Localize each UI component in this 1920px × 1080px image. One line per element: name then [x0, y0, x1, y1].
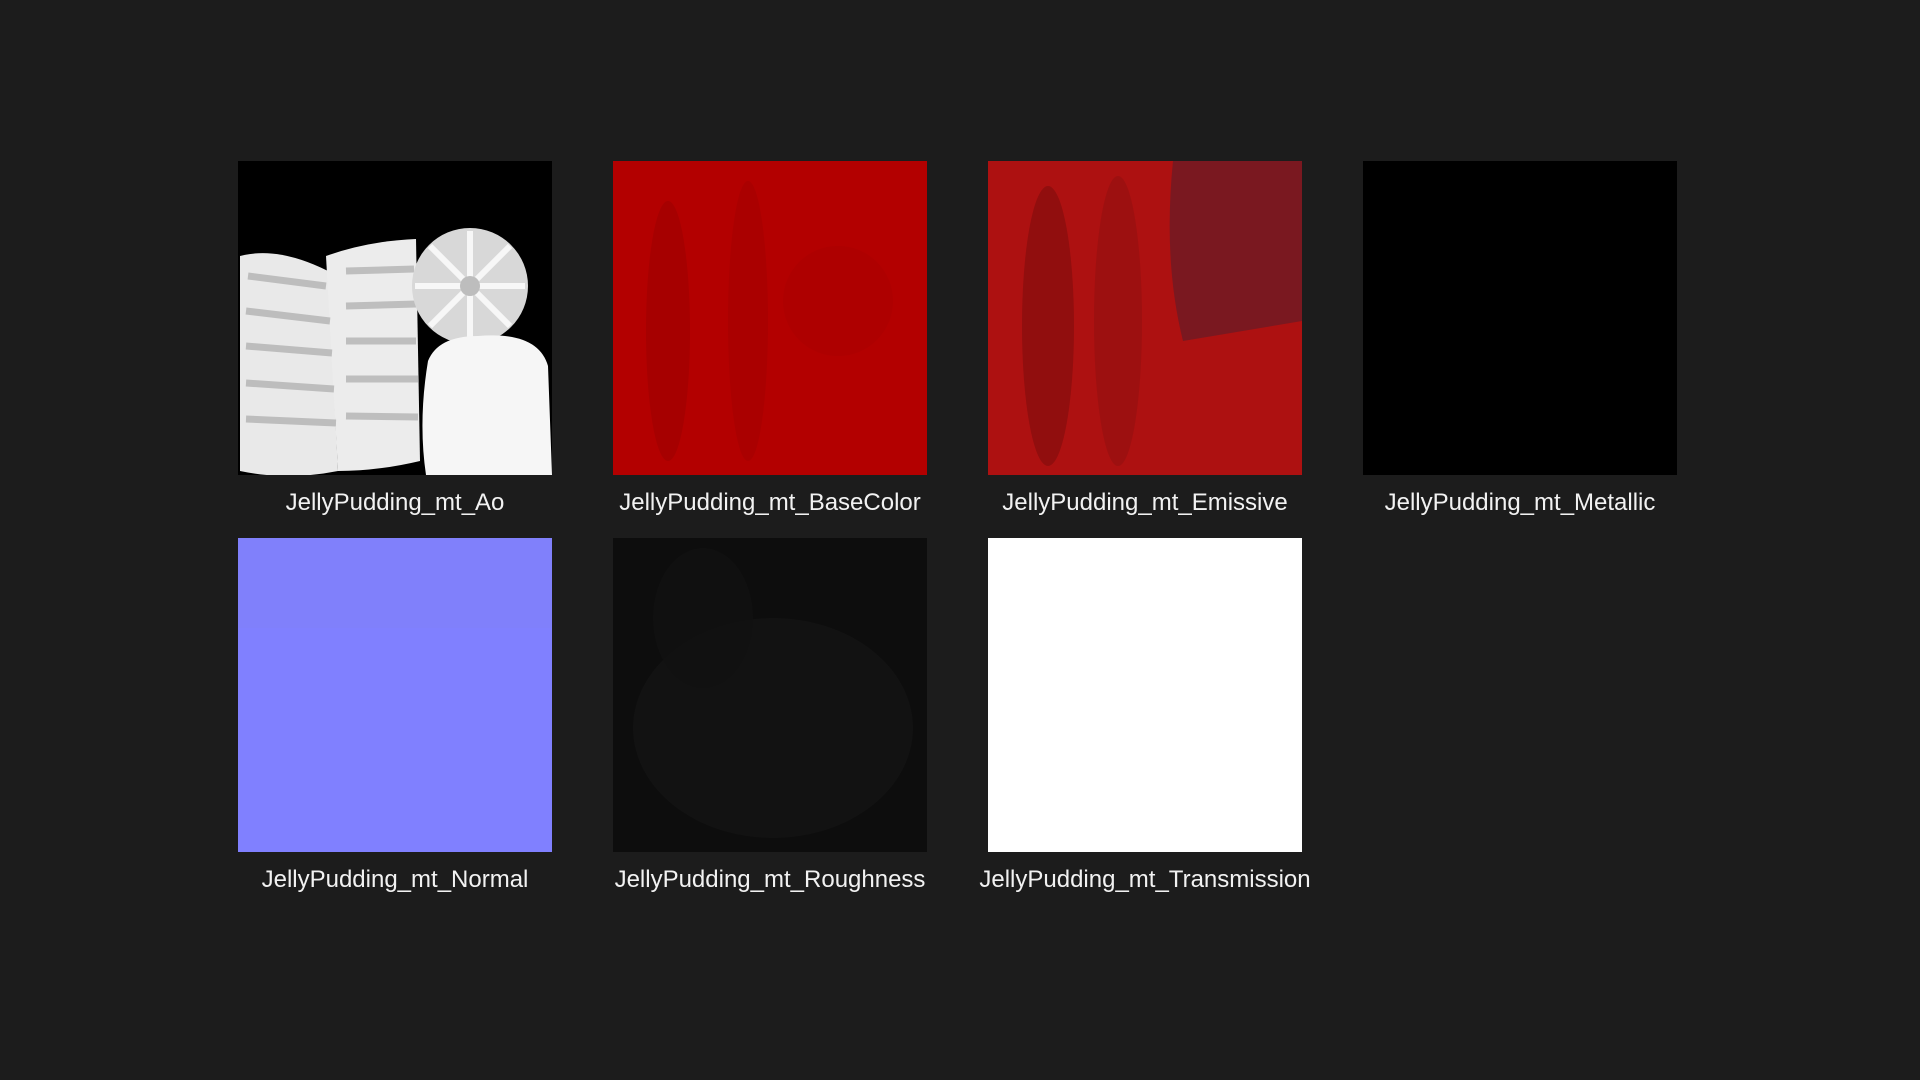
- metallic-texture-thumbnail-icon: [1363, 161, 1677, 475]
- file-item-transmission[interactable]: JellyPudding_mt_Transmission: [970, 532, 1311, 902]
- file-item-normal[interactable]: JellyPudding_mt_Normal: [220, 532, 552, 902]
- file-item-ao[interactable]: JellyPudding_mt_Ao: [220, 155, 552, 525]
- file-item-basecolor[interactable]: JellyPudding_mt_BaseColor: [595, 155, 927, 525]
- normal-texture-thumbnail-icon: [238, 538, 552, 852]
- file-item-roughness[interactable]: JellyPudding_mt_Roughness: [595, 532, 927, 902]
- file-name-label: JellyPudding_mt_Ao: [285, 489, 505, 516]
- basecolor-texture-thumbnail-icon: [613, 161, 927, 475]
- file-name-label: JellyPudding_mt_Metallic: [1384, 489, 1656, 516]
- roughness-texture-thumbnail-icon: [613, 538, 927, 852]
- emissive-texture-thumbnail-icon: [988, 161, 1302, 475]
- file-name-label: JellyPudding_mt_Emissive: [1002, 489, 1288, 516]
- file-name-label: JellyPudding_mt_Transmission: [979, 866, 1311, 893]
- file-name-label: JellyPudding_mt_BaseColor: [619, 489, 921, 516]
- file-item-metallic[interactable]: JellyPudding_mt_Metallic: [1345, 155, 1677, 525]
- file-grid: JellyPudding_mt_Ao JellyPudding_mt_BaseC…: [0, 0, 1920, 1080]
- transmission-texture-thumbnail-icon: [988, 538, 1302, 852]
- file-item-emissive[interactable]: JellyPudding_mt_Emissive: [970, 155, 1302, 525]
- file-name-label: JellyPudding_mt_Normal: [261, 866, 529, 893]
- file-name-label: JellyPudding_mt_Roughness: [614, 866, 926, 893]
- ao-texture-thumbnail-icon: [238, 161, 552, 475]
